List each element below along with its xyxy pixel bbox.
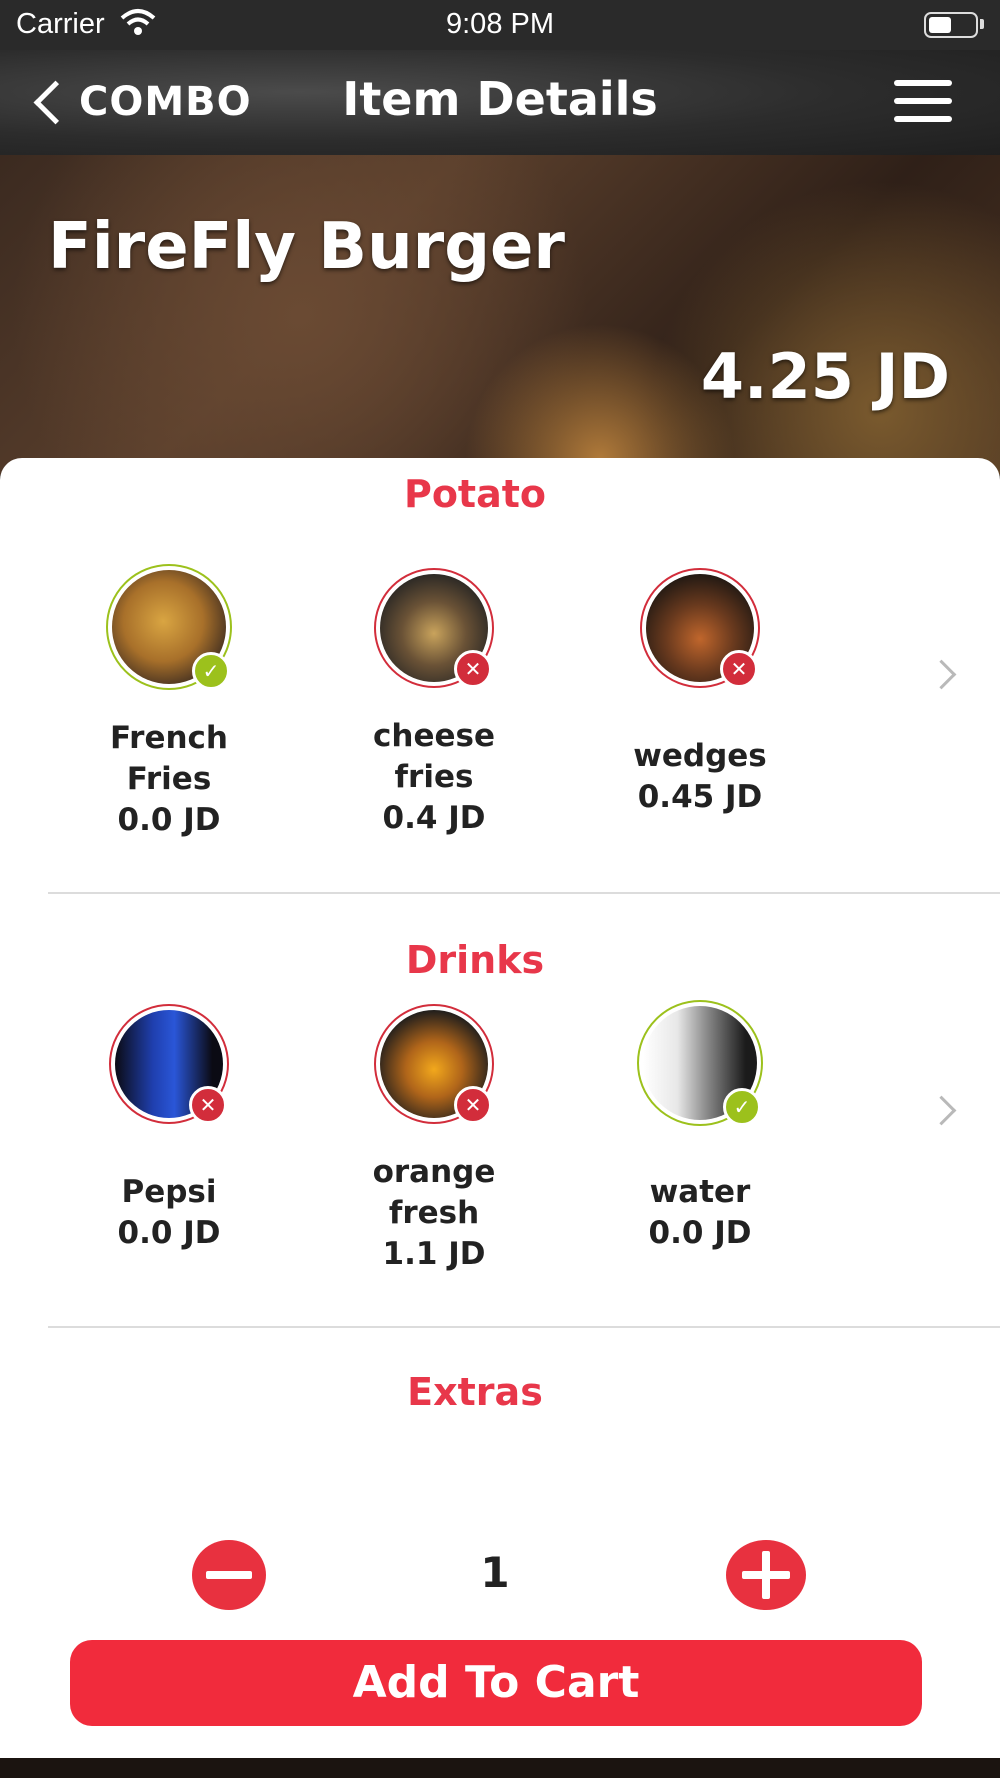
increase-quantity-button[interactable] [726,1540,806,1610]
option-name: cheese [373,718,495,754]
close-icon: ✕ [720,650,758,688]
option-french-fries[interactable]: ✓ French Fries 0.0 JD [59,564,279,841]
option-name: fries [394,759,474,795]
close-icon: ✕ [454,650,492,688]
option-orange-fresh[interactable]: ✕ orange fresh 1.1 JD [324,1004,544,1275]
quantity-value: 1 [480,1548,510,1597]
option-thumbnail: ✓ [106,564,232,690]
options-sheet: Potato ✓ French Fries 0.0 JD ✕ cheese fr… [0,458,1000,1758]
divider [48,1326,1000,1328]
item-price: 4.25 JD [700,340,950,413]
status-bar: Carrier 9:08 PM [0,0,1000,50]
battery-tip [980,19,984,29]
option-name: Fries [126,761,212,797]
option-thumbnail: ✕ [374,568,494,688]
option-price: 0.0 JD [648,1215,752,1251]
option-price: 1.1 JD [382,1236,486,1272]
option-price: 0.0 JD [117,802,221,838]
option-thumbnail: ✕ [109,1004,229,1124]
add-to-cart-button[interactable]: Add To Cart [70,1640,922,1726]
option-name: water [649,1174,751,1210]
section-title-extras: Extras [407,1370,543,1414]
option-price: 0.0 JD [117,1215,221,1251]
option-cheese-fries[interactable]: ✕ cheese fries 0.4 JD [324,568,544,839]
divider [48,892,1000,894]
menu-icon[interactable] [894,80,952,122]
battery-icon [924,12,978,38]
option-name: wedges [633,738,767,774]
page-title: Item Details [342,72,658,126]
option-thumbnail: ✕ [374,1004,494,1124]
option-name: fresh [388,1195,480,1231]
option-price: 0.4 JD [382,800,486,836]
check-icon: ✓ [192,652,230,690]
close-icon: ✕ [189,1086,227,1124]
option-name: French [109,720,229,756]
plus-icon-vertical [762,1551,770,1599]
minus-icon [206,1571,252,1579]
decrease-quantity-button[interactable] [192,1540,266,1610]
section-title-drinks: Drinks [405,938,545,982]
option-wedges[interactable]: ✕ wedges 0.45 JD [590,568,810,818]
chevron-right-icon[interactable] [926,1095,957,1126]
item-name: FireFly Burger [48,210,565,284]
nav-bar: COMBO Item Details [0,50,1000,155]
option-thumbnail: ✕ [640,568,760,688]
clock: 9:08 PM [446,8,554,40]
close-icon: ✕ [454,1086,492,1124]
item-hero-image: FireFly Burger 4.25 JD [0,155,1000,475]
option-pepsi[interactable]: ✕ Pepsi 0.0 JD [59,1004,279,1254]
check-icon: ✓ [723,1088,761,1126]
option-thumbnail: ✓ [637,1000,763,1126]
option-name: Pepsi [121,1174,217,1210]
option-name: orange [372,1154,496,1190]
option-water[interactable]: ✓ water 0.0 JD [590,1000,810,1254]
section-title-potato: Potato [403,472,547,516]
option-price: 0.45 JD [637,779,763,815]
chevron-right-icon[interactable] [926,659,957,690]
